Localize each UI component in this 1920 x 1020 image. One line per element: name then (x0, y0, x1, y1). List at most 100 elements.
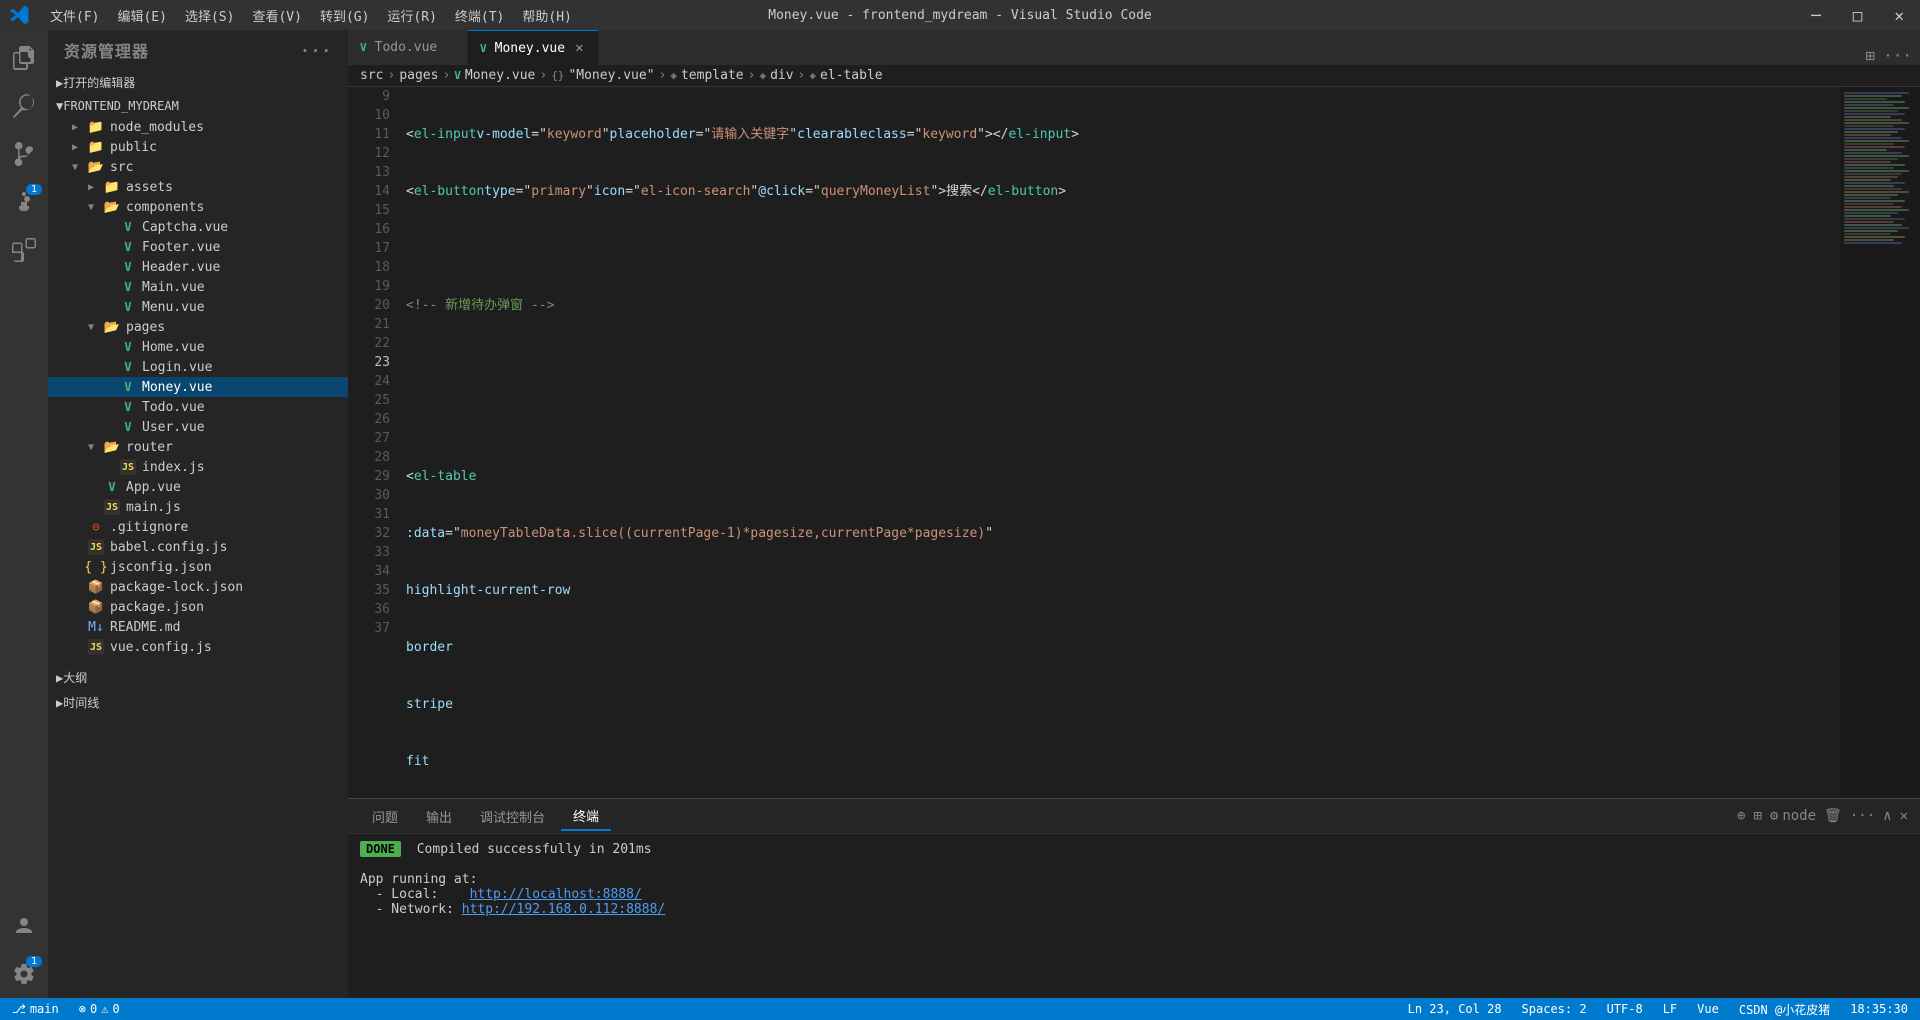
code-line-20: fit (398, 752, 1840, 771)
terminal-kill-button[interactable]: 🗑 (1824, 808, 1842, 824)
line-num-33: 33 (348, 543, 390, 562)
root-folder-header[interactable]: ▼ FRONTEND_MYDREAM (48, 95, 348, 117)
tree-user[interactable]: ▶ V User.vue (48, 417, 348, 437)
menu-terminal[interactable]: 终端(T) (447, 4, 512, 27)
terminal-content[interactable]: DONE Compiled successfully in 201ms App … (348, 834, 1920, 998)
tree-components[interactable]: ▼ 📂 components (48, 197, 348, 217)
menu-run[interactable]: 运行(R) (379, 4, 444, 27)
bc-src[interactable]: src (360, 68, 383, 83)
tree-readme[interactable]: ▶ M↓ README.md (48, 617, 348, 637)
split-editor-button[interactable]: ⊞ (1865, 46, 1875, 65)
term-tab-terminal[interactable]: 终端 (561, 802, 611, 831)
tree-home[interactable]: ▶ V Home.vue (48, 337, 348, 357)
line-num-14: 14 (348, 182, 390, 201)
tree-pages[interactable]: ▼ 📂 pages (48, 317, 348, 337)
terminal-local-url[interactable]: http://localhost:8888/ (470, 887, 642, 902)
activity-settings[interactable]: 1 (0, 950, 48, 998)
sidebar-header: 资源管理器 ··· (48, 30, 348, 70)
terminal-more-button[interactable]: ··· (1850, 808, 1875, 824)
status-spaces[interactable]: Spaces: 2 (1518, 1002, 1591, 1016)
tree-menu-vue[interactable]: ▶ V Menu.vue (48, 297, 348, 317)
term-tab-debug-console[interactable]: 调试控制台 (468, 803, 557, 830)
menu-bar[interactable]: 文件(F) 编辑(E) 选择(S) 查看(V) 转到(G) 运行(R) 终端(T… (42, 4, 580, 27)
menu-file[interactable]: 文件(F) (42, 4, 107, 27)
tree-app-vue[interactable]: ▶ V App.vue (48, 477, 348, 497)
tree-src[interactable]: ▼ 📂 src (48, 157, 348, 177)
term-tab-problems[interactable]: 问题 (360, 803, 410, 830)
bc-template[interactable]: ◈ template (670, 68, 743, 83)
tree-main-js[interactable]: ▶ JS main.js (48, 497, 348, 517)
activity-explorer[interactable] (0, 34, 48, 82)
tree-assets[interactable]: ▶ 📁 assets (48, 177, 348, 197)
app-vue-icon: V (104, 479, 120, 495)
components-label: components (126, 200, 204, 215)
tree-package-json[interactable]: ▶ 📦 package.json (48, 597, 348, 617)
bc-file[interactable]: V Money.vue (454, 68, 535, 83)
money-vue-icon: V (120, 379, 136, 395)
activity-extensions[interactable] (0, 226, 48, 274)
tree-main-vue[interactable]: ▶ V Main.vue (48, 277, 348, 297)
tab-todo[interactable]: V Todo.vue (348, 30, 468, 65)
tree-money[interactable]: ▶ V Money.vue (48, 377, 348, 397)
bc-eltable[interactable]: ◈ el-table (809, 68, 882, 83)
tree-index-js[interactable]: ▶ JS index.js (48, 457, 348, 477)
tree-package-lock[interactable]: ▶ 📦 package-lock.json (48, 577, 348, 597)
terminal-plus-button[interactable]: ⊕ (1737, 808, 1745, 824)
minimap-content (1840, 87, 1920, 249)
node-modules-label: node_modules (110, 120, 204, 135)
tree-header[interactable]: ▶ V Header.vue (48, 257, 348, 277)
tree-todo[interactable]: ▶ V Todo.vue (48, 397, 348, 417)
minimize-button[interactable]: ─ (1803, 4, 1829, 27)
activity-debug[interactable]: 1 (0, 178, 48, 226)
terminal-network-url[interactable]: http://192.168.0.112:8888/ (462, 902, 666, 917)
bc-pages[interactable]: pages (399, 68, 438, 83)
terminal-close-button[interactable]: ✕ (1900, 808, 1908, 824)
tree-public[interactable]: ▶ 📁 public (48, 137, 348, 157)
line-num-18: 18 (348, 258, 390, 277)
status-branch[interactable]: ⎇ main (8, 1002, 63, 1016)
tree-login[interactable]: ▶ V Login.vue (48, 357, 348, 377)
window-controls[interactable]: ─ □ ✕ (1803, 4, 1912, 27)
tree-footer[interactable]: ▶ V Footer.vue (48, 237, 348, 257)
tree-node-modules[interactable]: ▶ 📁 node_modules (48, 117, 348, 137)
tree-jsconfig[interactable]: ▶ { } jsconfig.json (48, 557, 348, 577)
menu-select[interactable]: 选择(S) (177, 4, 242, 27)
status-position[interactable]: Ln 23, Col 28 (1404, 1002, 1506, 1016)
outline-header[interactable]: ▶ 大纲 (48, 665, 348, 690)
status-language[interactable]: Vue (1693, 1002, 1723, 1016)
menu-view[interactable]: 查看(V) (244, 4, 309, 27)
menu-edit[interactable]: 编辑(E) (109, 4, 174, 27)
src-label: src (110, 160, 133, 175)
close-button[interactable]: ✕ (1886, 4, 1912, 27)
line-num-9: 9 (348, 87, 390, 106)
money-tab-close-button[interactable]: ✕ (573, 38, 585, 58)
sidebar-more-button[interactable]: ··· (300, 41, 332, 60)
code-content[interactable]: <el-input v-model="keyword" placeholder=… (398, 87, 1840, 798)
menu-help[interactable]: 帮助(H) (514, 4, 579, 27)
activity-source-control[interactable] (0, 130, 48, 178)
tab-money[interactable]: V Money.vue ✕ (468, 30, 599, 65)
tree-babel-config[interactable]: ▶ JS babel.config.js (48, 537, 348, 557)
status-errors[interactable]: ⊗ 0 ⚠ 0 (75, 1002, 124, 1016)
bc-div[interactable]: ◈ div (759, 68, 793, 83)
user-label: User.vue (142, 420, 205, 435)
status-eol[interactable]: LF (1659, 1002, 1681, 1016)
bc-scope[interactable]: {} "Money.vue" (551, 68, 654, 83)
terminal-split-button[interactable]: ⊞ (1753, 808, 1761, 824)
more-actions-button[interactable]: ··· (1883, 46, 1912, 65)
status-encoding[interactable]: UTF-8 (1603, 1002, 1647, 1016)
timeline-label: 时间线 (63, 694, 99, 711)
terminal-chevron-button[interactable]: ∧ (1883, 808, 1891, 824)
tree-router[interactable]: ▼ 📂 router (48, 437, 348, 457)
tree-gitignore[interactable]: ▶ ⊖ .gitignore (48, 517, 348, 537)
restore-button[interactable]: □ (1845, 4, 1871, 27)
tree-captcha[interactable]: ▶ V Captcha.vue (48, 217, 348, 237)
term-tab-output[interactable]: 输出 (414, 803, 464, 830)
activity-account[interactable] (0, 902, 48, 950)
menu-goto[interactable]: 转到(G) (312, 4, 377, 27)
menu-vue-icon: V (120, 299, 136, 315)
open-editors-header[interactable]: ▶ 打开的编辑器 (48, 70, 348, 95)
tree-vue-config[interactable]: ▶ JS vue.config.js (48, 637, 348, 657)
timeline-header[interactable]: ▶ 时间线 (48, 690, 348, 715)
activity-search[interactable] (0, 82, 48, 130)
